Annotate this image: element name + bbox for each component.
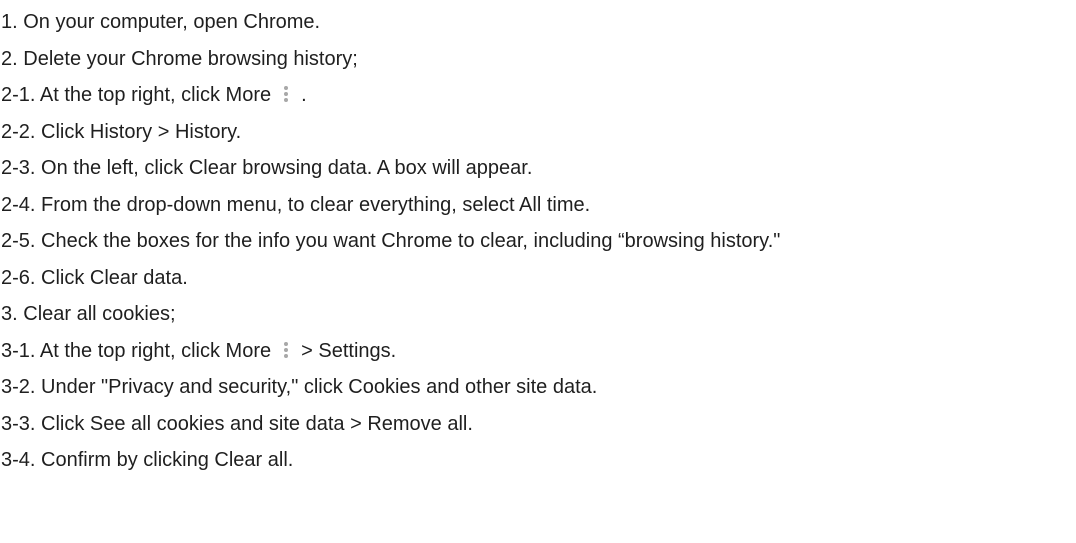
- step-number: 2-3.: [1, 157, 36, 179]
- step-text: Delete your Chrome browsing history;: [23, 47, 358, 70]
- step-number: 3-2.: [1, 376, 36, 398]
- more-vert-icon: [283, 85, 289, 103]
- step-text: On the left, click Clear browsing data. …: [41, 157, 533, 179]
- step-text: Clear all cookies;: [23, 303, 176, 325]
- step-2-1: 2-1. At the top right, click More.: [0, 77, 1076, 114]
- step-text: Confirm by clicking Clear all.: [41, 449, 294, 471]
- step-text: Click History > History.: [41, 120, 242, 143]
- step-number: 2.: [1, 47, 18, 70]
- step-number: 3-4.: [1, 449, 36, 471]
- step-2-3: 2-3. On the left, click Clear browsing d…: [0, 150, 1076, 187]
- step-text-after: > Settings.: [301, 339, 397, 362]
- step-number: 3-1.: [1, 339, 36, 362]
- step-number: 1.: [1, 11, 18, 33]
- step-2: 2. Delete your Chrome browsing history;: [0, 41, 1076, 78]
- step-text: Check the boxes for the info you want Ch…: [41, 230, 781, 252]
- step-3-1: 3-1. At the top right, click More > Setti…: [0, 333, 1076, 370]
- instruction-list: 1. On your computer, open Chrome. 2. Del…: [0, 4, 1076, 479]
- step-2-6: 2-6. Click Clear data.: [0, 260, 1076, 297]
- step-number: 3.: [1, 303, 18, 325]
- step-text: At the top right, click More: [39, 84, 272, 106]
- step-number: 2-4.: [1, 193, 36, 216]
- step-text: On your computer, open Chrome.: [23, 11, 321, 33]
- step-number: 2-2.: [1, 120, 36, 143]
- more-vert-icon: [283, 341, 289, 359]
- step-text: Under "Privacy and security," click Cook…: [41, 376, 598, 398]
- step-text: Click Clear data.: [41, 266, 188, 289]
- step-3: 3. Clear all cookies;: [0, 296, 1076, 333]
- step-number: 3-3.: [1, 412, 36, 435]
- step-1: 1. On your computer, open Chrome.: [0, 4, 1076, 41]
- step-2-4: 2-4. From the drop-down menu, to clear e…: [0, 187, 1076, 224]
- step-text: At the top right, click More: [39, 339, 272, 362]
- step-number: 2-1.: [1, 84, 36, 106]
- step-text: Click See all cookies and site data > Re…: [41, 412, 473, 435]
- step-number: 2-6.: [1, 266, 36, 289]
- step-3-4: 3-4. Confirm by clicking Clear all.: [0, 442, 1076, 479]
- step-2-5: 2-5. Check the boxes for the info you wa…: [0, 223, 1076, 260]
- step-number: 2-5.: [1, 230, 36, 252]
- step-2-2: 2-2. Click History > History.: [0, 114, 1076, 151]
- step-3-3: 3-3. Click See all cookies and site data…: [0, 406, 1076, 443]
- step-text: From the drop-down menu, to clear everyt…: [41, 193, 591, 216]
- step-text-after: .: [301, 84, 307, 106]
- step-3-2: 3-2. Under "Privacy and security," click…: [0, 369, 1076, 406]
